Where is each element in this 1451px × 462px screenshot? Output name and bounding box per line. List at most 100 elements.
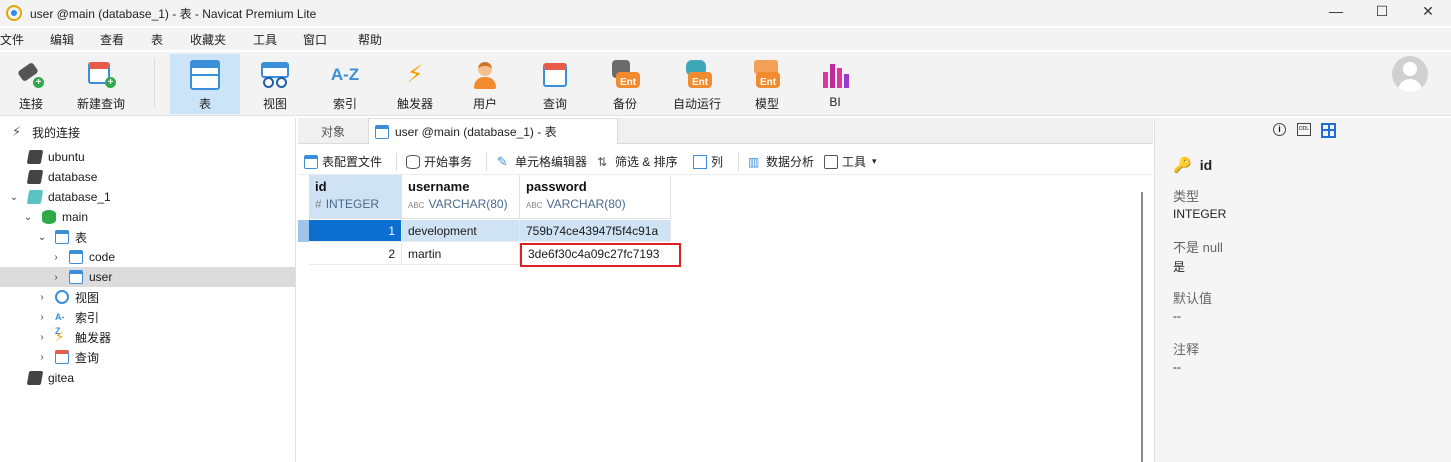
toolbar-query-button[interactable]: 查询 [526, 54, 584, 114]
toolbar-bi-button[interactable]: BI [806, 54, 864, 114]
index-icon: A-Z [330, 65, 360, 84]
table-icon [69, 270, 83, 284]
toolbar-automation-button[interactable]: Ent 自动运行 [664, 54, 730, 114]
tree-item-user[interactable]: › user [0, 267, 295, 287]
chevron-right-icon[interactable]: › [36, 352, 48, 363]
column-header-id-selected[interactable]: id # INTEGER [309, 175, 402, 219]
column-header-password[interactable]: password ABC VARCHAR(80) [520, 175, 671, 219]
user-avatar[interactable] [1392, 56, 1428, 92]
not-null-value: 是 [1173, 260, 1186, 274]
chevron-right-icon[interactable]: › [50, 252, 62, 263]
row-selector[interactable] [298, 220, 309, 242]
chevron-right-icon[interactable]: › [36, 312, 48, 323]
default-label: 默认值 [1173, 291, 1213, 306]
toolbar-user-button[interactable]: 用户 [456, 54, 514, 114]
toolbar-index-button[interactable]: A-Z 索引 [314, 54, 376, 114]
database-icon [42, 210, 56, 224]
menu-edit[interactable]: 编辑 [50, 31, 74, 48]
view-icon [55, 290, 69, 304]
row-selector[interactable] [298, 243, 309, 265]
menu-window[interactable]: 窗口 [303, 31, 327, 48]
toolbar-new-query-button[interactable]: + 新建查询 [72, 54, 130, 114]
toolbar-view-button[interactable]: 视图 [244, 54, 306, 114]
toolbar-table-button[interactable]: 表 [170, 54, 240, 114]
title-bar: user @main (database_1) - 表 - Navicat Pr… [0, 0, 1451, 26]
tree-item-tables[interactable]: ⌄ 表 [0, 227, 295, 247]
tree-item-queries[interactable]: › 查询 [0, 347, 295, 367]
table-folder-icon [55, 230, 69, 244]
tree-item-gitea[interactable]: gitea [0, 368, 295, 388]
menu-file[interactable]: 文件 [0, 31, 24, 48]
begin-transaction-button[interactable]: 开始事务 [406, 153, 472, 170]
table-cell-password[interactable]: 759b74ce43947f5f4c91a [520, 220, 671, 242]
data-analysis-button[interactable]: ▥ 数据分析 [748, 153, 814, 170]
main-toolbar: + 连接 + 新建查询 表 视图 A-Z 索引 ⚡ 触发器 用户 查询 Ent … [0, 52, 1451, 116]
menu-tools[interactable]: 工具 [253, 31, 277, 48]
column-header-username[interactable]: username ABC VARCHAR(80) [402, 175, 520, 219]
table-cell-id[interactable]: 2 [309, 243, 402, 265]
connection-icon [26, 371, 44, 385]
tree-item-database-1[interactable]: ⌄ database_1 [0, 187, 295, 207]
menu-table[interactable]: 表 [151, 31, 163, 48]
hash-icon: # [315, 197, 322, 211]
trigger-icon: ⚡ [406, 61, 424, 88]
toolbar-separator [738, 153, 739, 171]
table-icon [190, 60, 220, 90]
model-icon: Ent [752, 60, 782, 90]
tree-item-code[interactable]: › code [0, 247, 295, 267]
default-value: -- [1173, 309, 1181, 323]
backup-icon: Ent [610, 60, 640, 90]
columns-button[interactable]: 列 [693, 153, 723, 170]
comment-label: 注释 [1173, 342, 1200, 357]
index-icon: A-Z [55, 312, 65, 336]
table-cell-id[interactable]: 1 [309, 220, 402, 242]
navicat-logo-icon [6, 5, 22, 21]
tab-bar: 对象 user @main (database_1) - 表 [298, 118, 1153, 144]
menu-help[interactable]: 帮助 [358, 31, 382, 48]
tree-item-views[interactable]: › 视图 [0, 287, 295, 307]
tree-root-my-connections[interactable]: ⚡ 我的连接 [0, 122, 295, 142]
field-info-panel: i DDL 🔑 id 类型 INTEGER 不是 null 是 默认值 -- 注… [1154, 118, 1451, 462]
chevron-right-icon[interactable]: › [50, 272, 62, 283]
table-cell-username[interactable]: development [402, 220, 520, 242]
table-cell-username[interactable]: martin [402, 243, 520, 265]
chevron-down-icon[interactable]: ⌄ [36, 232, 48, 243]
close-button[interactable]: ✕ [1405, 0, 1451, 22]
cell-editor-button[interactable]: ✎ 单元格编辑器 [497, 153, 587, 170]
chevron-right-icon[interactable]: › [36, 332, 48, 343]
toolbar-model-button[interactable]: Ent 模型 [738, 54, 796, 114]
toolbar-connection-button[interactable]: + 连接 [4, 54, 58, 114]
table-cell-password-highlighted[interactable]: 3de6f30c4a09c27fc7193 [520, 243, 681, 267]
tab-objects[interactable]: 对象 [298, 118, 368, 144]
minimize-button[interactable]: — [1313, 0, 1359, 22]
grid-view-icon[interactable] [1321, 123, 1336, 138]
table-profile-button[interactable]: 表配置文件 [304, 153, 382, 170]
chevron-down-icon[interactable]: ⌄ [8, 192, 20, 203]
tree-item-main[interactable]: ⌄ main [0, 207, 295, 227]
menu-view[interactable]: 查看 [100, 31, 124, 48]
info-icon[interactable]: i [1273, 123, 1286, 136]
connection-icon [26, 150, 44, 164]
automation-icon: Ent [682, 60, 712, 90]
query-icon [55, 350, 69, 364]
filter-sort-button[interactable]: ⇅ 筛选 & 排序 [597, 153, 678, 170]
tab-user-table[interactable]: user @main (database_1) - 表 [368, 118, 618, 144]
menu-favorites[interactable]: 收藏夹 [190, 31, 226, 48]
ddl-icon[interactable]: DDL [1297, 123, 1311, 136]
trigger-icon: ⚡ [55, 329, 65, 344]
cell-editor-icon: ✎ [497, 153, 508, 169]
bi-icon [820, 60, 850, 90]
vertical-scrollbar[interactable] [1141, 192, 1143, 462]
tree-item-database[interactable]: database [0, 167, 295, 187]
toolbar-backup-button[interactable]: Ent 备份 [596, 54, 654, 114]
tools-icon [824, 154, 838, 169]
toolbar-trigger-button[interactable]: ⚡ 触发器 [386, 54, 444, 114]
tools-button[interactable]: 工具 ▾ [824, 153, 877, 170]
chevron-down-icon[interactable]: ⌄ [22, 212, 34, 223]
maximize-button[interactable]: ☐ [1359, 0, 1405, 22]
comment-value: -- [1173, 360, 1181, 374]
tree-item-indexes[interactable]: › A-Z 索引 [0, 307, 295, 337]
tree-item-ubuntu[interactable]: ubuntu [0, 147, 295, 167]
chevron-right-icon[interactable]: › [36, 292, 48, 303]
tree-item-triggers[interactable]: › ⚡ 触发器 [0, 327, 295, 347]
